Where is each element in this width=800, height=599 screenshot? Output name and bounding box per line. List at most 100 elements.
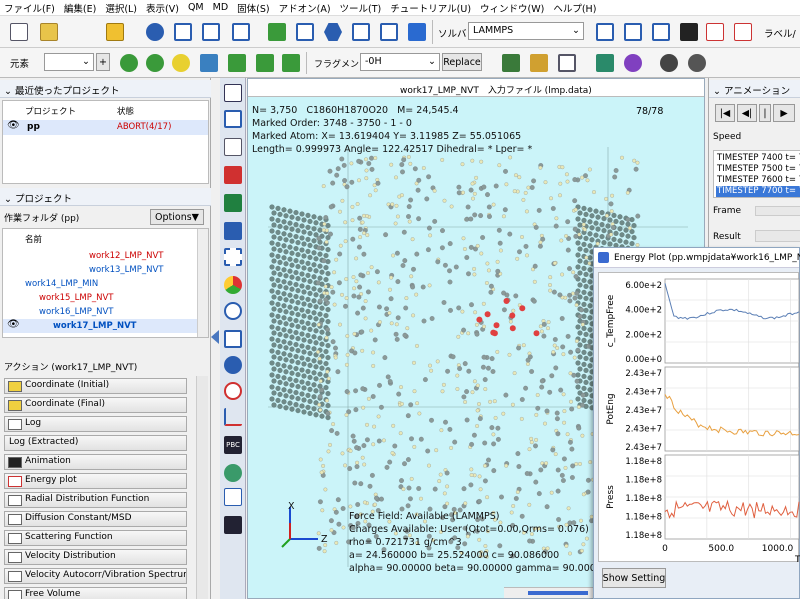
recent-projects-header[interactable]: ⌄ 最近使ったプロジェクト (0, 80, 211, 98)
add-element-button[interactable]: + (96, 53, 110, 71)
save-project-icon[interactable] (174, 23, 192, 41)
table-row[interactable]: 👁 pp ABORT(4/17) (3, 120, 208, 135)
action-coordinate-initial[interactable]: Coordinate (Initial) (4, 378, 187, 394)
frame-slider[interactable] (755, 206, 800, 216)
delete-atom-icon[interactable] (146, 54, 164, 72)
hexagon-icon[interactable] (324, 23, 342, 41)
move-icon[interactable] (200, 54, 218, 72)
tree-item[interactable]: work12_LMP_NVT (89, 251, 163, 261)
tree-item[interactable]: work13_LMP_NVT (89, 265, 163, 275)
align-icon[interactable] (224, 488, 242, 506)
element-select[interactable]: ⌄ (44, 53, 94, 71)
new-file-icon[interactable] (10, 23, 28, 41)
grid-icon[interactable] (224, 138, 242, 156)
brush-icon[interactable] (530, 54, 548, 72)
settings-icon[interactable] (688, 54, 706, 72)
action-scattering[interactable]: Scattering Function (4, 530, 187, 546)
animation-header[interactable]: ⌄ アニメーション (709, 80, 800, 98)
fragment-select[interactable]: -0H ⌄ (360, 53, 440, 71)
action-velocity-dist[interactable]: Velocity Distribution (4, 549, 187, 565)
menu-item[interactable]: ヘルプ(H) (553, 1, 596, 15)
info-icon[interactable] (224, 356, 242, 374)
play-button[interactable]: ▶ (773, 104, 795, 122)
table-icon[interactable] (224, 330, 242, 348)
action-coordinate-final[interactable]: Coordinate (Final) (4, 397, 187, 413)
add-atom-icon[interactable] (120, 54, 138, 72)
tree-item[interactable]: work15_LMP_NVT (39, 293, 113, 303)
chrome-icon[interactable] (224, 276, 242, 294)
delete-icon[interactable] (224, 166, 242, 184)
job-icon[interactable] (652, 23, 670, 41)
list-item[interactable]: TIMESTEP 7600 t= 76 (716, 175, 800, 186)
eye-icon[interactable]: 👁 (7, 120, 20, 131)
list-item[interactable]: TIMESTEP 7400 t= 74 (716, 153, 800, 164)
fit-icon[interactable] (224, 248, 242, 266)
checklist-icon[interactable] (596, 23, 614, 41)
tree-item[interactable]: work14_LMP_MIN (25, 279, 98, 289)
upload-icon[interactable] (296, 23, 314, 41)
menu-item[interactable]: チュートリアル(U) (390, 1, 471, 15)
graph-icon[interactable] (706, 23, 724, 41)
action-energy-plot[interactable]: Energy plot (4, 473, 187, 489)
prev-frame-button[interactable]: ◀| (737, 104, 757, 122)
save-icon[interactable] (106, 23, 124, 41)
percent-icon[interactable] (282, 54, 300, 72)
center-icon[interactable] (224, 302, 242, 320)
ng-icon[interactable] (224, 222, 242, 240)
charge-icon[interactable] (172, 54, 190, 72)
circle-icon[interactable] (224, 382, 242, 400)
action-free-volume[interactable]: Free Volume (4, 587, 187, 599)
pbc-icon[interactable]: PBC (224, 436, 242, 454)
energy-title-bar[interactable]: Energy Plot (pp.wmpjdata¥work16_LMP_N (594, 248, 800, 268)
fragment-tool-icon[interactable] (502, 54, 520, 72)
cube-icon[interactable] (408, 23, 426, 41)
action-log-extracted[interactable]: Log (Extracted) (4, 435, 187, 451)
menu-item[interactable]: QM (188, 2, 204, 13)
edit-icon[interactable] (202, 23, 220, 41)
menu-item[interactable]: アドオン(A) (279, 1, 331, 15)
list-item-selected[interactable]: TIMESTEP 7700 t= 77 (716, 186, 800, 197)
run-icon[interactable] (624, 23, 642, 41)
gear-icon[interactable] (660, 54, 678, 72)
menu-item[interactable]: ツール(T) (340, 1, 382, 15)
result-field[interactable] (755, 230, 800, 242)
axes-icon[interactable] (224, 408, 242, 426)
action-log[interactable]: Log (4, 416, 187, 432)
options-button[interactable]: Options▼ (150, 209, 204, 225)
project-header[interactable]: ⌄ プロジェクト (0, 188, 211, 206)
label-display-text[interactable]: ラベル/ (764, 26, 796, 40)
menu-item[interactable]: ファイル(F) (4, 1, 55, 15)
refresh-icon[interactable] (146, 23, 164, 41)
bond-icon[interactable] (228, 54, 246, 72)
close-window-icon[interactable] (734, 23, 752, 41)
energy-plot-window[interactable]: Energy Plot (pp.wmpjdata¥work16_LMP_N 6.… (593, 247, 800, 599)
replace-button[interactable]: Replace (442, 53, 482, 71)
menu-item[interactable]: 固体(S) (237, 1, 269, 15)
import-icon[interactable] (232, 23, 250, 41)
collapse-left-icon[interactable] (211, 330, 219, 344)
color-icon[interactable] (624, 54, 642, 72)
unbond-icon[interactable] (256, 54, 274, 72)
action-velocity-autocorr[interactable]: Velocity Autocorr/Vibration Spectrum (4, 568, 187, 584)
solver-select[interactable]: LAMMPS ⌄ (468, 22, 584, 40)
panel-icon[interactable] (224, 110, 242, 128)
export-icon[interactable] (268, 23, 286, 41)
crystal-icon[interactable] (596, 54, 614, 72)
menu-item[interactable]: 選択(L) (105, 1, 137, 15)
menu-item[interactable]: 編集(E) (64, 1, 96, 15)
box-icon[interactable] (558, 54, 576, 72)
tree-scrollbar[interactable] (197, 229, 208, 337)
menu-item[interactable]: MD (213, 2, 229, 13)
tree-view-icon[interactable] (224, 84, 242, 102)
action-animation[interactable]: Animation (4, 454, 187, 470)
show-setting-button[interactable]: Show Setting (602, 568, 666, 588)
builder-icon[interactable] (380, 23, 398, 41)
menu-item[interactable]: ウィンドウ(W) (480, 1, 544, 15)
actions-scrollbar[interactable] (196, 376, 208, 599)
tree-item-selected[interactable]: 👁 work17_LMP_NVT (3, 319, 203, 333)
action-diffusion[interactable]: Diffusion Constant/MSD (4, 511, 187, 527)
eye-icon[interactable]: 👁 (7, 319, 20, 330)
first-frame-button[interactable]: |◀ (715, 104, 735, 122)
film-icon[interactable] (680, 23, 698, 41)
camera-icon[interactable] (224, 516, 242, 534)
